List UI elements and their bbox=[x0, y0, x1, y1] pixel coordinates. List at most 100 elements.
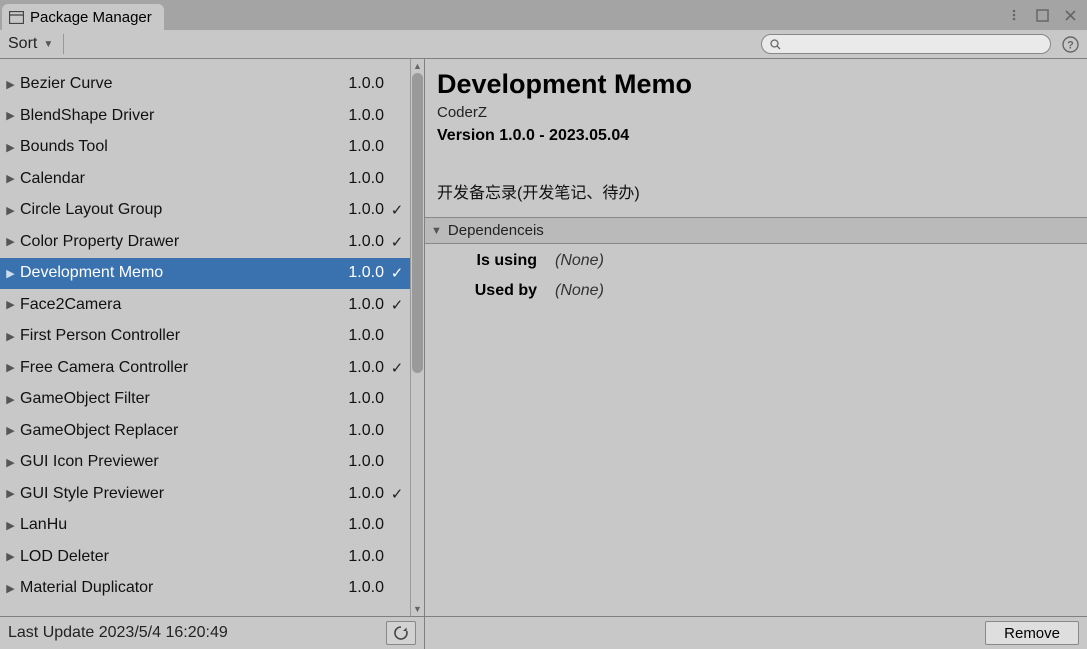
package-name: GUI Style Previewer bbox=[18, 485, 338, 503]
installed-check-icon: ✓ bbox=[384, 233, 410, 251]
package-row[interactable]: ▶Batch Build1.0.0 bbox=[0, 59, 410, 69]
close-icon[interactable] bbox=[1061, 6, 1079, 24]
package-name: Bounds Tool bbox=[18, 138, 338, 156]
expand-icon[interactable]: ▶ bbox=[3, 235, 18, 248]
package-version-col: 1.0.0 bbox=[338, 579, 384, 597]
window-tab[interactable]: Package Manager bbox=[2, 4, 164, 30]
package-row[interactable]: ▶GameObject Replacer1.0.0 bbox=[0, 415, 410, 447]
package-row[interactable]: ▶Bezier Curve1.0.0 bbox=[0, 69, 410, 101]
package-row[interactable]: ▶GUI Style Previewer1.0.0✓ bbox=[0, 478, 410, 510]
package-version-col: 1.0.0 bbox=[338, 485, 384, 503]
svg-text:?: ? bbox=[1067, 39, 1074, 51]
package-version-col: 1.0.0 bbox=[338, 138, 384, 156]
package-name: Free Camera Controller bbox=[18, 359, 338, 377]
package-row[interactable]: ▶Calendar1.0.0 bbox=[0, 163, 410, 195]
package-name: GUI Icon Previewer bbox=[18, 453, 338, 471]
package-name: First Person Controller bbox=[18, 327, 338, 345]
package-version-col: 1.0.0 bbox=[338, 59, 384, 62]
sort-dropdown[interactable]: Sort ▼ bbox=[6, 33, 59, 55]
package-version-col: 1.0.0 bbox=[338, 548, 384, 566]
package-name: LanHu bbox=[18, 516, 338, 534]
chevron-down-icon: ▼ bbox=[43, 39, 53, 50]
expand-icon[interactable]: ▶ bbox=[3, 550, 18, 563]
package-row[interactable]: ▶Development Memo1.0.0✓ bbox=[0, 258, 410, 290]
installed-check-icon: ✓ bbox=[384, 359, 410, 377]
expand-icon[interactable]: ▶ bbox=[3, 172, 18, 185]
package-author: CoderZ bbox=[437, 104, 1075, 121]
package-name: Face2Camera bbox=[18, 296, 338, 314]
divider bbox=[63, 34, 64, 54]
expand-icon[interactable]: ▶ bbox=[3, 393, 18, 406]
expand-icon[interactable]: ▶ bbox=[3, 424, 18, 437]
package-title: Development Memo bbox=[437, 69, 1075, 100]
chevron-down-icon: ▼ bbox=[431, 225, 442, 237]
dependencies-label: Dependenceis bbox=[448, 222, 544, 239]
expand-icon[interactable]: ▶ bbox=[3, 141, 18, 154]
installed-check-icon: ✓ bbox=[384, 264, 410, 282]
package-name: Material Duplicator bbox=[18, 579, 338, 597]
maximize-icon[interactable] bbox=[1033, 6, 1051, 24]
expand-icon[interactable]: ▶ bbox=[3, 78, 18, 91]
help-button[interactable]: ? bbox=[1059, 33, 1081, 55]
package-row[interactable]: ▶LanHu1.0.0 bbox=[0, 510, 410, 542]
package-list[interactable]: ▶Batch Build1.0.0▶Bezier Curve1.0.0▶Blen… bbox=[0, 59, 410, 616]
package-row[interactable]: ▶BlendShape Driver1.0.0 bbox=[0, 100, 410, 132]
search-field[interactable] bbox=[761, 34, 1051, 54]
menu-icon[interactable] bbox=[1005, 6, 1023, 24]
expand-icon[interactable]: ▶ bbox=[3, 109, 18, 122]
expand-icon[interactable]: ▶ bbox=[3, 519, 18, 532]
detail-footer: Remove bbox=[425, 616, 1087, 649]
refresh-button[interactable] bbox=[386, 621, 416, 645]
expand-icon[interactable]: ▶ bbox=[3, 298, 18, 311]
package-name: Calendar bbox=[18, 170, 338, 188]
package-row[interactable]: ▶Circle Layout Group1.0.0✓ bbox=[0, 195, 410, 227]
package-name: GameObject Replacer bbox=[18, 422, 338, 440]
package-row[interactable]: ▶Free Camera Controller1.0.0✓ bbox=[0, 352, 410, 384]
package-version-col: 1.0.0 bbox=[338, 170, 384, 188]
package-version: Version 1.0.0 - 2023.05.04 bbox=[437, 127, 1075, 145]
expand-icon[interactable]: ▶ bbox=[3, 487, 18, 500]
window-controls bbox=[1005, 6, 1087, 24]
package-row[interactable]: ▶Material Duplicator1.0.0 bbox=[0, 573, 410, 605]
package-description: 开发备忘录(开发笔记、待办) bbox=[437, 159, 1075, 203]
scroll-thumb[interactable] bbox=[412, 73, 423, 373]
scroll-down-icon[interactable]: ▼ bbox=[411, 602, 424, 616]
package-row[interactable]: ▶LOD Deleter1.0.0 bbox=[0, 541, 410, 573]
package-row[interactable]: ▶Bounds Tool1.0.0 bbox=[0, 132, 410, 164]
expand-icon[interactable]: ▶ bbox=[3, 267, 18, 280]
detail-panel: Development Memo CoderZ Version 1.0.0 - … bbox=[425, 59, 1087, 649]
scrollbar-vertical[interactable]: ▲ ▼ bbox=[410, 59, 424, 616]
search-input[interactable] bbox=[785, 37, 1042, 52]
package-row[interactable]: ▶Color Property Drawer1.0.0✓ bbox=[0, 226, 410, 258]
package-version-col: 1.0.0 bbox=[338, 296, 384, 314]
package-list-panel: ▶Batch Build1.0.0▶Bezier Curve1.0.0▶Blen… bbox=[0, 59, 425, 649]
package-row[interactable]: ▶GUI Icon Previewer1.0.0 bbox=[0, 447, 410, 479]
expand-icon[interactable]: ▶ bbox=[3, 330, 18, 343]
package-name: LOD Deleter bbox=[18, 548, 338, 566]
expand-icon[interactable]: ▶ bbox=[3, 582, 18, 595]
package-name: BlendShape Driver bbox=[18, 107, 338, 125]
expand-icon[interactable]: ▶ bbox=[3, 456, 18, 469]
package-version-col: 1.0.0 bbox=[338, 75, 384, 93]
package-icon bbox=[8, 10, 24, 24]
package-name: Circle Layout Group bbox=[18, 201, 338, 219]
package-name: GameObject Filter bbox=[18, 390, 338, 408]
package-row[interactable]: ▶GameObject Filter1.0.0 bbox=[0, 384, 410, 416]
remove-button[interactable]: Remove bbox=[985, 621, 1079, 645]
package-row[interactable]: ▶Face2Camera1.0.0✓ bbox=[0, 289, 410, 321]
sort-label: Sort bbox=[8, 35, 37, 53]
package-row[interactable]: ▶First Person Controller1.0.0 bbox=[0, 321, 410, 353]
expand-icon[interactable]: ▶ bbox=[3, 204, 18, 217]
package-version-col: 1.0.0 bbox=[338, 264, 384, 282]
scroll-up-icon[interactable]: ▲ bbox=[411, 59, 424, 73]
is-using-label: Is using bbox=[437, 252, 555, 270]
list-footer: Last Update 2023/5/4 16:20:49 bbox=[0, 616, 424, 649]
dependencies-toggle[interactable]: ▼ Dependenceis bbox=[425, 217, 1087, 244]
installed-check-icon: ✓ bbox=[384, 485, 410, 503]
installed-check-icon: ✓ bbox=[384, 296, 410, 314]
package-version-col: 1.0.0 bbox=[338, 453, 384, 471]
expand-icon[interactable]: ▶ bbox=[3, 361, 18, 374]
package-name: Color Property Drawer bbox=[18, 233, 338, 251]
is-using-value: (None) bbox=[555, 252, 604, 270]
last-update-label: Last Update 2023/5/4 16:20:49 bbox=[8, 624, 386, 642]
